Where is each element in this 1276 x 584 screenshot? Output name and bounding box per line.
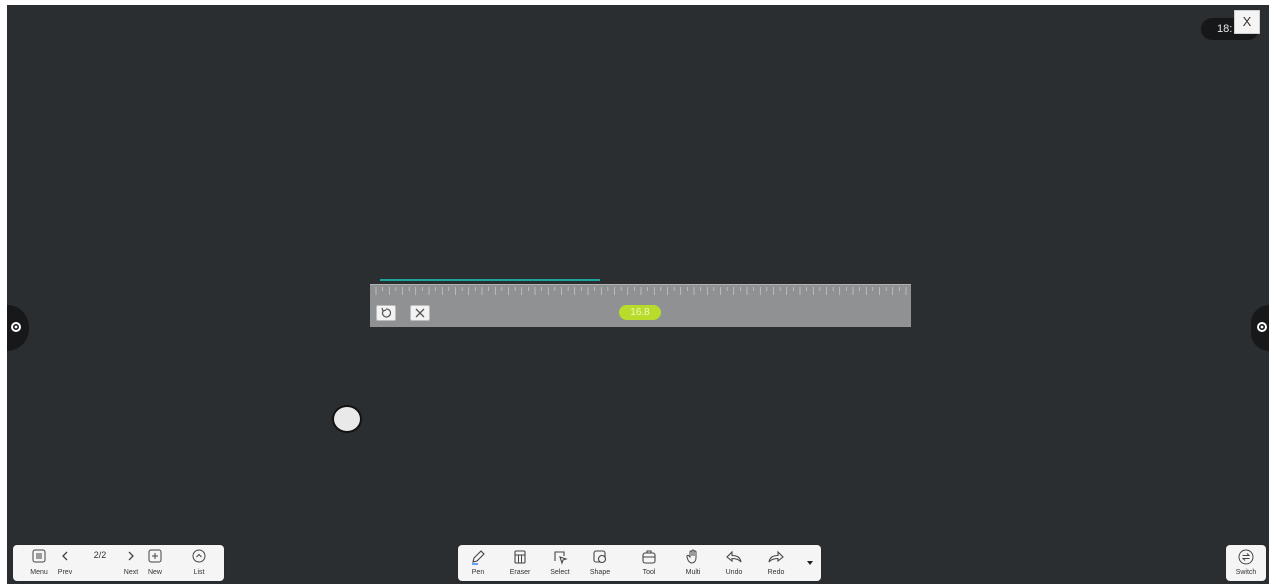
- tool-redo-button[interactable]: Redo: [764, 545, 788, 581]
- redo-icon: [768, 550, 784, 563]
- ruler-close-button[interactable]: [410, 305, 430, 321]
- caret-down-icon[interactable]: [807, 561, 813, 565]
- switch-label: Switch: [1235, 569, 1257, 576]
- tool-label: Multi: [685, 569, 701, 576]
- tool-label: Undo: [725, 569, 743, 576]
- list-button[interactable]: List: [187, 545, 211, 581]
- switch-tool[interactable]: Switch: [1226, 545, 1266, 581]
- list-label: List: [193, 569, 205, 576]
- switch-button[interactable]: Switch: [1226, 545, 1266, 581]
- add-icon: [148, 549, 162, 563]
- chevron-up-circle-icon: [192, 549, 206, 563]
- ruler-length-badge: 16.8: [619, 305, 661, 320]
- tool-undo-button[interactable]: Undo: [721, 545, 747, 581]
- tool-shape-button[interactable]: Shape: [588, 545, 612, 581]
- rotate-icon: [381, 307, 392, 318]
- prev-label: Prev: [57, 569, 73, 576]
- hand-icon: [686, 549, 697, 564]
- tool-multi-button[interactable]: Multi: [681, 545, 705, 581]
- ruler-rotate-button[interactable]: [376, 305, 396, 321]
- prev-button[interactable]: Prev: [53, 545, 77, 581]
- gear-icon: [11, 322, 21, 332]
- toolbox-icon: [642, 550, 656, 564]
- tool-label: Eraser: [509, 569, 531, 576]
- close-icon: [415, 308, 425, 318]
- tool-label: Shape: [589, 569, 611, 576]
- menu-button[interactable]: Menu: [27, 545, 51, 581]
- tool-label: Pen: [471, 569, 485, 576]
- close-button[interactable]: X: [1234, 10, 1260, 34]
- main-toolbar: Pen Eraser Select Shape Tool Multi Undo …: [458, 545, 821, 581]
- tool-label: Tool: [642, 569, 656, 576]
- next-label: Next: [123, 569, 139, 576]
- tool-label: Redo: [767, 569, 785, 576]
- circle-shape[interactable]: [332, 405, 362, 433]
- menu-icon: [32, 549, 46, 563]
- gear-icon: [1257, 322, 1267, 332]
- tool-toolbox-button[interactable]: Tool: [637, 545, 661, 581]
- tool-eraser-button[interactable]: Eraser: [508, 545, 532, 581]
- eraser-icon: [514, 550, 526, 564]
- select-icon: [554, 551, 568, 565]
- ruler-tool[interactable]: 16.8: [370, 284, 911, 327]
- menu-label: Menu: [30, 569, 48, 576]
- chevron-left-icon: [62, 551, 68, 561]
- new-label: New: [147, 569, 162, 576]
- new-page-button[interactable]: New: [143, 545, 167, 581]
- shape-icon: [593, 550, 607, 564]
- next-button[interactable]: Next: [119, 545, 143, 581]
- tool-select-button[interactable]: Select: [547, 545, 573, 581]
- page-indicator: 2/2: [93, 550, 107, 560]
- drawn-line-stroke[interactable]: [380, 279, 600, 281]
- tool-pen-button[interactable]: Pen: [466, 545, 490, 581]
- pen-icon: [472, 550, 485, 565]
- switch-icon: [1238, 549, 1254, 565]
- ruler-scale: [375, 287, 907, 295]
- undo-icon: [726, 550, 742, 563]
- chevron-right-icon: [128, 551, 134, 561]
- tool-label: Select: [550, 569, 570, 576]
- page-toolbar: Menu Prev 2/2 Next New List: [13, 545, 224, 581]
